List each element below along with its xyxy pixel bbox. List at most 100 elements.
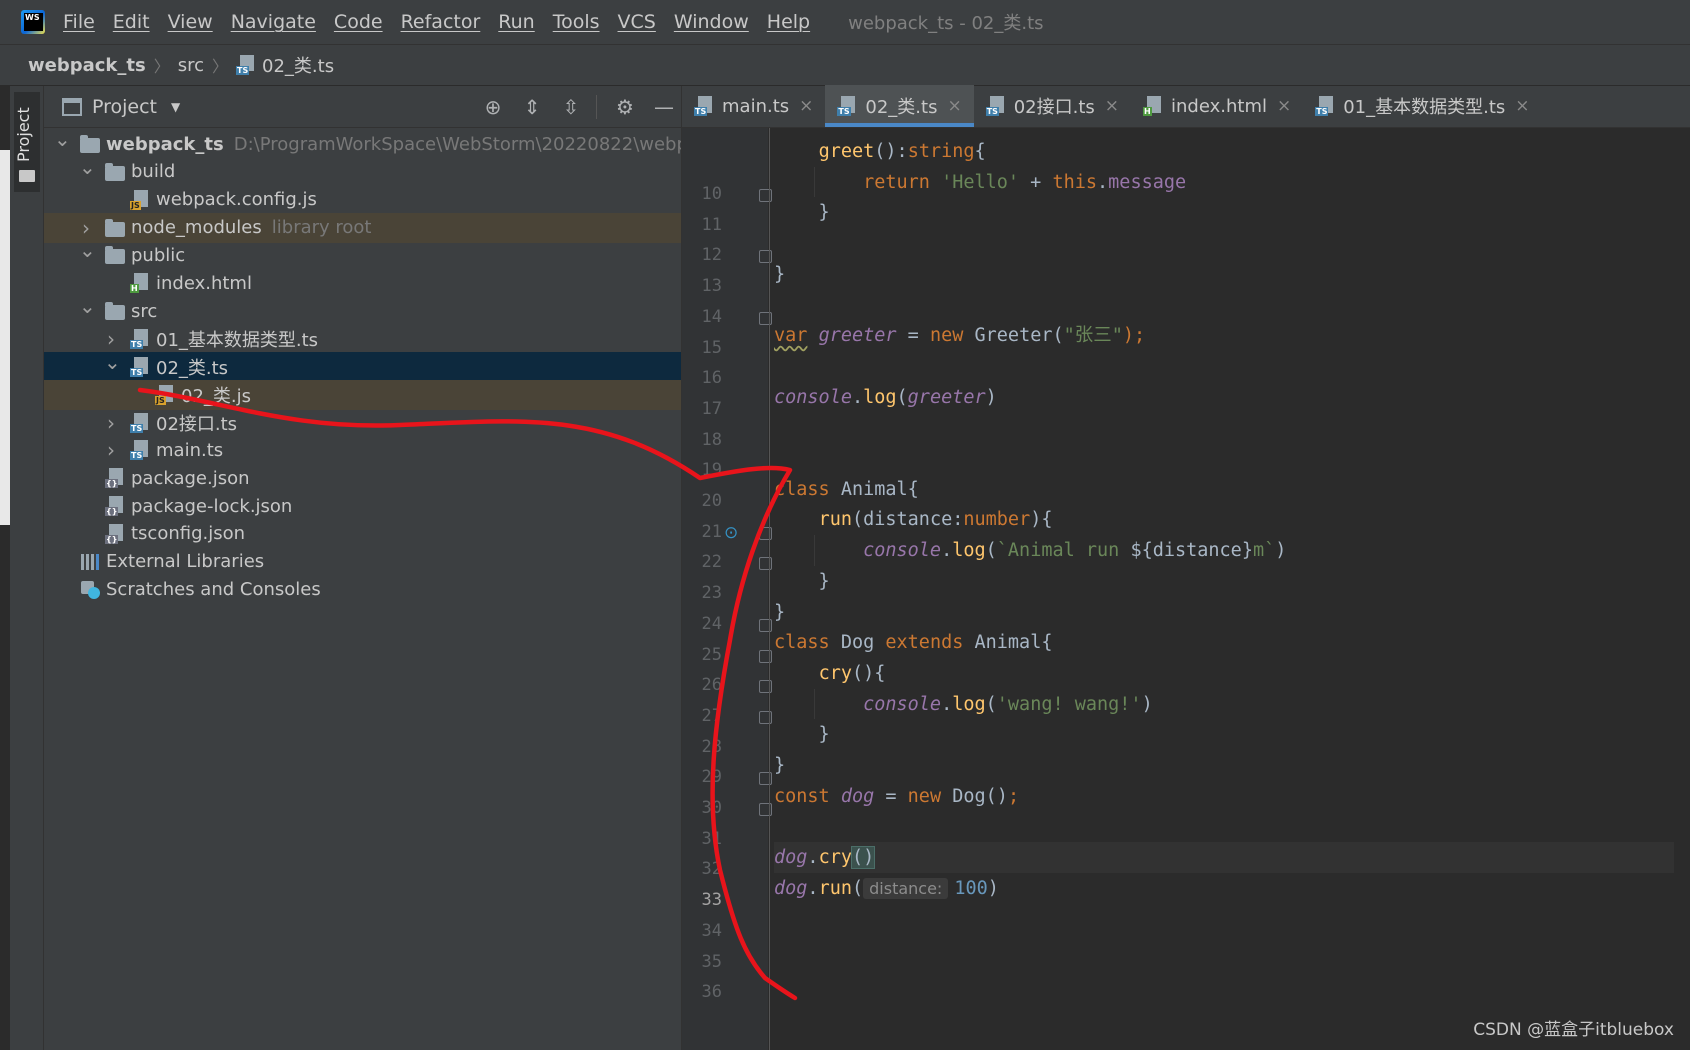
indent-guide: [814, 688, 815, 720]
tree-item[interactable]: ⌄ build: [44, 155, 681, 187]
gear-icon[interactable]: ⚙: [614, 95, 636, 119]
code-token: greeter: [907, 386, 986, 408]
fold-marker-icon[interactable]: [759, 557, 772, 571]
line-number: 31: [701, 828, 722, 849]
close-icon[interactable]: ×: [947, 96, 961, 116]
fold-marker-icon[interactable]: [759, 710, 772, 724]
tree-item-label: 01_基本数据类型.ts: [156, 329, 319, 351]
chevron-right-icon[interactable]: ›: [104, 438, 118, 462]
project-tool-label: Project: [14, 107, 33, 162]
menu-vcs[interactable]: VCS: [618, 11, 656, 33]
tab-0[interactable]: TS main.ts ×: [682, 85, 825, 127]
fold-marker-icon[interactable]: [759, 618, 772, 632]
code-token: }: [774, 601, 786, 623]
code-token: this: [1052, 171, 1098, 193]
tree-item[interactable]: ›Hindex.html: [44, 268, 681, 298]
chevron-down-icon[interactable]: ⌄: [79, 294, 96, 318]
menu-items: File Edit View Navigate Code Refactor Run Tools…: [63, 11, 828, 33]
tab-1[interactable]: TS 02_类.ts ×: [825, 85, 975, 127]
code-token: class: [774, 478, 841, 500]
fold-marker-icon[interactable]: [759, 526, 772, 540]
chevron-down-icon[interactable]: ⌄: [54, 127, 71, 151]
tree-item-label: package.json: [131, 467, 250, 489]
locate-file-icon[interactable]: ⊕: [482, 95, 504, 119]
tree-item[interactable]: ›JS02_类.js: [44, 379, 681, 410]
tree-item-label: main.ts: [156, 439, 224, 461]
menu-navigate[interactable]: Navigate: [231, 11, 316, 33]
menu-code[interactable]: Code: [334, 11, 383, 33]
line-number: 28: [701, 736, 722, 757]
project-tool-button[interactable]: Project: [14, 92, 40, 192]
menu-help[interactable]: Help: [767, 11, 810, 33]
tree-item[interactable]: › node_modules library root: [44, 212, 681, 243]
menu-edit[interactable]: Edit: [113, 11, 150, 33]
menu-file[interactable]: File: [63, 11, 95, 33]
menu-view[interactable]: View: [168, 11, 213, 33]
chevron-right-icon[interactable]: ›: [104, 327, 118, 351]
background-window-edge: [0, 150, 10, 525]
tree-item-label: package-lock.json: [131, 495, 293, 517]
project-panel-header: Project ▼ ⊕ ⇕ ⇳ ⚙ —: [44, 86, 681, 128]
chevron-down-icon[interactable]: ⌄: [79, 155, 96, 179]
fold-marker-icon[interactable]: [759, 311, 772, 325]
menu-refactor[interactable]: Refactor: [401, 11, 481, 33]
tree-item[interactable]: ⌄ src: [44, 294, 681, 326]
tree-item[interactable]: ›External Libraries: [44, 547, 681, 577]
hide-panel-icon[interactable]: —: [653, 95, 675, 119]
line-number: 21: [701, 521, 722, 542]
chevron-right-icon[interactable]: ›: [79, 216, 93, 240]
code-line: }: [774, 750, 1674, 781]
tree-item[interactable]: › TS main.ts: [44, 435, 681, 465]
tree-item-path: D:\ProgramWorkSpace\WebStorm\20220822\we…: [233, 133, 682, 155]
menu-tools[interactable]: Tools: [553, 11, 600, 33]
fold-marker-icon[interactable]: [759, 803, 772, 816]
fold-marker-icon[interactable]: [759, 772, 772, 786]
tab-label: main.ts: [722, 95, 790, 117]
close-icon[interactable]: ×: [799, 96, 813, 116]
tree-item[interactable]: › TS 02接口.ts: [44, 408, 681, 438]
tree-item[interactable]: › TS 01_基本数据类型.ts: [44, 324, 681, 354]
ts-file-icon: TS: [694, 96, 714, 116]
project-panel-title[interactable]: Project: [92, 96, 157, 118]
breadcrumb-file[interactable]: 02_类.ts: [262, 52, 334, 78]
close-icon[interactable]: ×: [1105, 96, 1119, 116]
collapse-all-icon[interactable]: ⇳: [560, 95, 582, 119]
line-number: 18: [701, 429, 722, 450]
js-file-icon: JS: [155, 384, 175, 405]
tree-item[interactable]: ⌄ TS 02_类.ts: [44, 350, 681, 382]
tree-item[interactable]: ›{}package-lock.json: [44, 491, 681, 521]
breadcrumb-project[interactable]: webpack_ts: [28, 55, 146, 76]
tree-item[interactable]: ›{}package.json: [44, 463, 681, 493]
chevron-down-icon[interactable]: ⌄: [79, 238, 96, 262]
implemented-override-icon[interactable]: ⊙: [724, 523, 744, 543]
line-number: 27: [701, 705, 722, 726]
tree-item[interactable]: ›{}tsconfig.json: [44, 519, 681, 549]
breadcrumb-folder[interactable]: src: [178, 55, 204, 76]
chevron-right-icon[interactable]: ›: [104, 411, 118, 435]
expand-all-icon[interactable]: ⇕: [521, 95, 543, 119]
editor-gutter: 10 11 12 13 14 15 16 17 18 19 20 21 ⊙ 22 23 24 25 26 27 28 2…: [682, 128, 772, 1050]
tree-item-label: build: [131, 161, 176, 183]
tab-4[interactable]: TS 01_基本数据类型.ts ×: [1303, 85, 1541, 127]
chevron-down-icon[interactable]: ▼: [171, 100, 180, 114]
tree-item[interactable]: ⌄ webpack_ts D:\ProgramWorkSpace\WebStorm\…: [44, 127, 682, 159]
close-icon[interactable]: ×: [1515, 96, 1529, 116]
tree-item[interactable]: ›Scratches and Consoles: [44, 575, 681, 605]
chevron-down-icon[interactable]: ⌄: [104, 350, 121, 374]
tab-3[interactable]: Hindex.html ×: [1131, 85, 1303, 127]
fold-marker-icon[interactable]: [759, 649, 772, 663]
fold-marker-icon[interactable]: [759, 680, 772, 694]
fold-marker-icon[interactable]: [759, 250, 772, 264]
code-token: ():: [874, 141, 908, 162]
indent-guide: [814, 535, 815, 566]
menu-window[interactable]: Window: [674, 11, 749, 33]
tab-2[interactable]: TS 02接口.ts ×: [974, 85, 1131, 127]
close-icon[interactable]: ×: [1277, 96, 1291, 116]
tree-item[interactable]: ›JSwebpack.config.js: [44, 185, 681, 215]
tree-item[interactable]: ⌄ public: [44, 238, 681, 270]
code-token: dog: [840, 785, 875, 807]
fold-marker-icon[interactable]: [759, 189, 772, 202]
line-number: 29: [701, 767, 722, 788]
menu-run[interactable]: Run: [498, 11, 534, 33]
